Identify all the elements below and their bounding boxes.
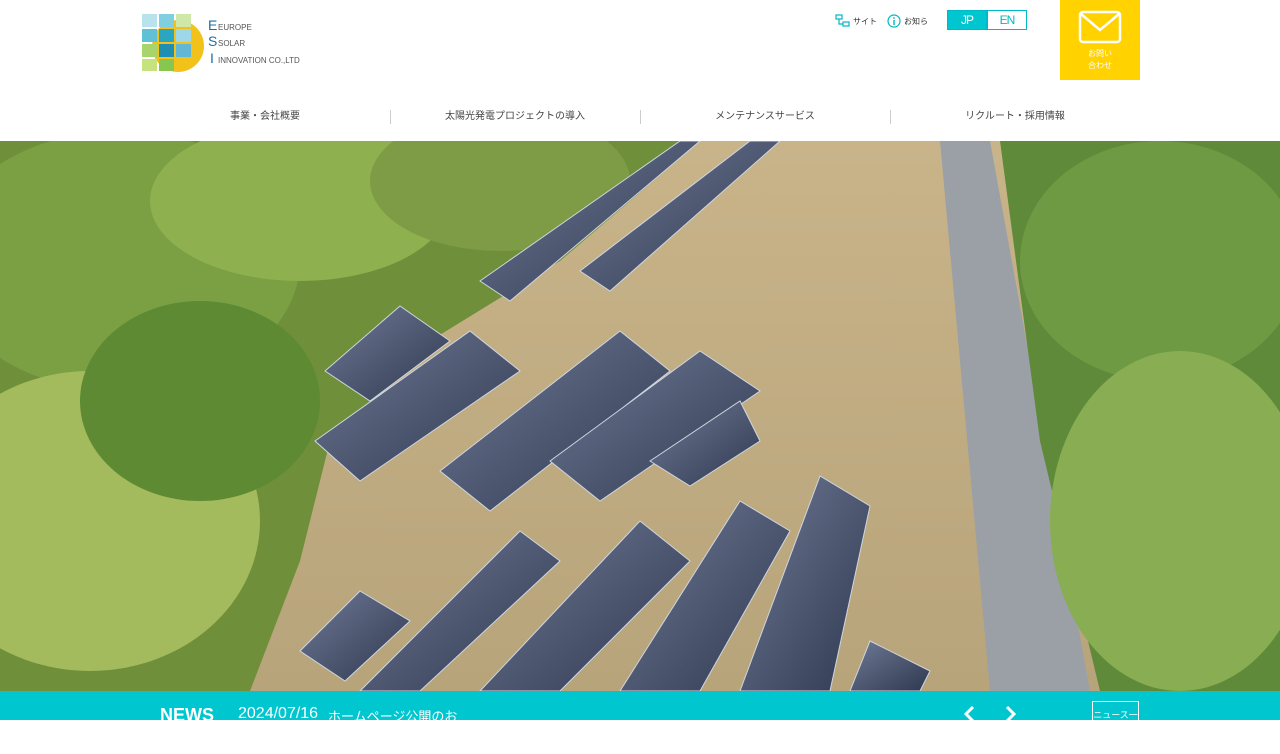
hero-image [0,141,1280,691]
logo-line-1: EUROPE [218,23,252,32]
news-list-button[interactable]: ニュース一覧 [1092,701,1139,746]
news-heading: NEWS [160,705,214,725]
svg-text:E: E [208,17,217,33]
mail-icon [1078,10,1122,44]
nav-item-maintenance[interactable]: メンテナンスサービス [640,108,890,126]
info-icon [887,14,901,28]
logo-line-2: SOLAR [218,39,245,48]
sitemap-icon [835,14,850,27]
news-date: 2024/07/16 [238,705,319,722]
info-link[interactable]: お知ら [887,14,928,28]
logo-line-3: INNOVATION CO.,LTD [218,56,300,65]
language-switch: JP EN [947,10,1027,30]
news-headline-link[interactable]: ホームページ公開のお [328,706,457,725]
hero-solar-field-illustration [0,141,1280,691]
svg-text:S: S [208,33,217,49]
contact-button[interactable]: お問い 合わせ [1060,0,1140,80]
lang-jp-button[interactable]: JP [947,10,987,30]
info-label: お知ら [904,16,928,26]
contact-label-1: お問い [1088,49,1112,58]
site-header: E EUROPE S SOLAR I INNOVATION CO.,LTD サイ… [0,0,1280,141]
lang-en-button[interactable]: EN [987,10,1027,30]
company-logo[interactable]: E EUROPE S SOLAR I INNOVATION CO.,LTD [140,10,312,74]
sitemap-label: サイト [853,16,877,26]
svg-text:I: I [210,50,214,66]
news-bar: NEWS 2024/07/16 ホームページ公開のお [0,691,1280,725]
nav-item-projects[interactable]: 太陽光発電プロジェクトの導入 [390,108,640,126]
nav-item-company[interactable]: 事業・会社概要 [140,108,390,126]
sitemap-link[interactable]: サイト [835,14,877,28]
main-nav: 事業・会社概要 太陽光発電プロジェクトの導入 メンテナンスサービス リクルート・… [140,108,1140,126]
nav-item-recruit[interactable]: リクルート・採用情報 [890,108,1140,126]
chevron-left-icon[interactable] [963,705,977,723]
contact-label-2: 合わせ [1088,61,1112,70]
chevron-right-icon[interactable] [1003,705,1017,723]
